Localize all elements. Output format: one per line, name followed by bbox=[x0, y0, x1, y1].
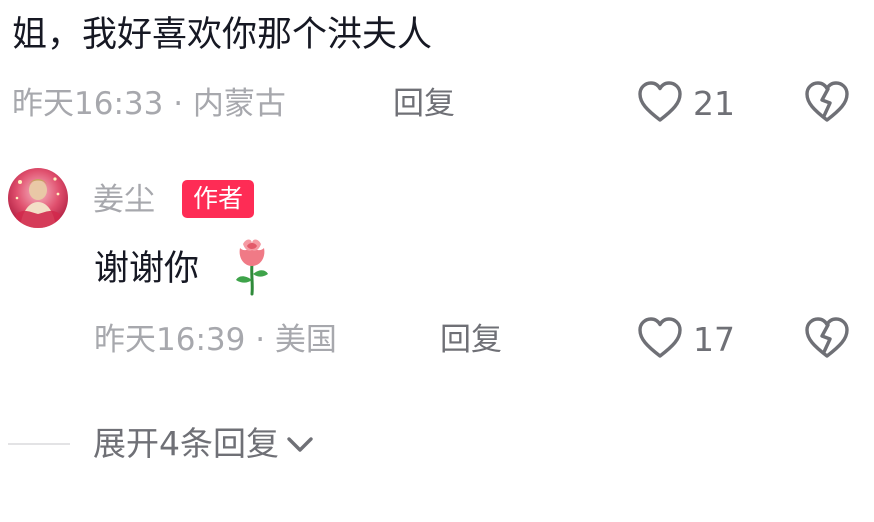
heart-icon bbox=[637, 316, 683, 364]
chevron-down-icon bbox=[279, 420, 315, 468]
reply-text: 谢谢你 bbox=[94, 249, 200, 289]
comment-text: 姐，我好喜欢你那个洪夫人 bbox=[12, 15, 433, 55]
broken-heart-icon bbox=[804, 317, 850, 364]
expand-divider bbox=[8, 443, 70, 445]
reply-meta: 昨天16:39 · 美国 bbox=[94, 322, 337, 358]
reply-like-button[interactable]: 17 bbox=[637, 316, 735, 364]
broken-heart-icon bbox=[804, 81, 850, 128]
author-avatar[interactable] bbox=[8, 168, 68, 228]
comment-meta: 昨天16:33 · 内蒙古 bbox=[12, 86, 286, 122]
expand-replies-label: 展开4条回复 bbox=[93, 424, 279, 463]
heart-icon bbox=[637, 80, 683, 128]
reply-reply-button[interactable]: 回复 bbox=[440, 318, 502, 362]
reply-like-count: 17 bbox=[693, 320, 735, 359]
comment-reply-button[interactable]: 回复 bbox=[393, 82, 455, 126]
rose-icon bbox=[232, 236, 272, 300]
comment-dislike-button[interactable] bbox=[804, 80, 850, 128]
author-badge: 作者 bbox=[182, 180, 255, 218]
reply-dislike-button[interactable] bbox=[804, 316, 850, 364]
comment-like-button[interactable]: 21 bbox=[637, 80, 735, 128]
comment-like-count: 21 bbox=[693, 84, 735, 123]
author-name[interactable]: 姜尘 bbox=[93, 178, 155, 222]
expand-replies-button[interactable]: 展开4条回复 bbox=[93, 420, 315, 468]
